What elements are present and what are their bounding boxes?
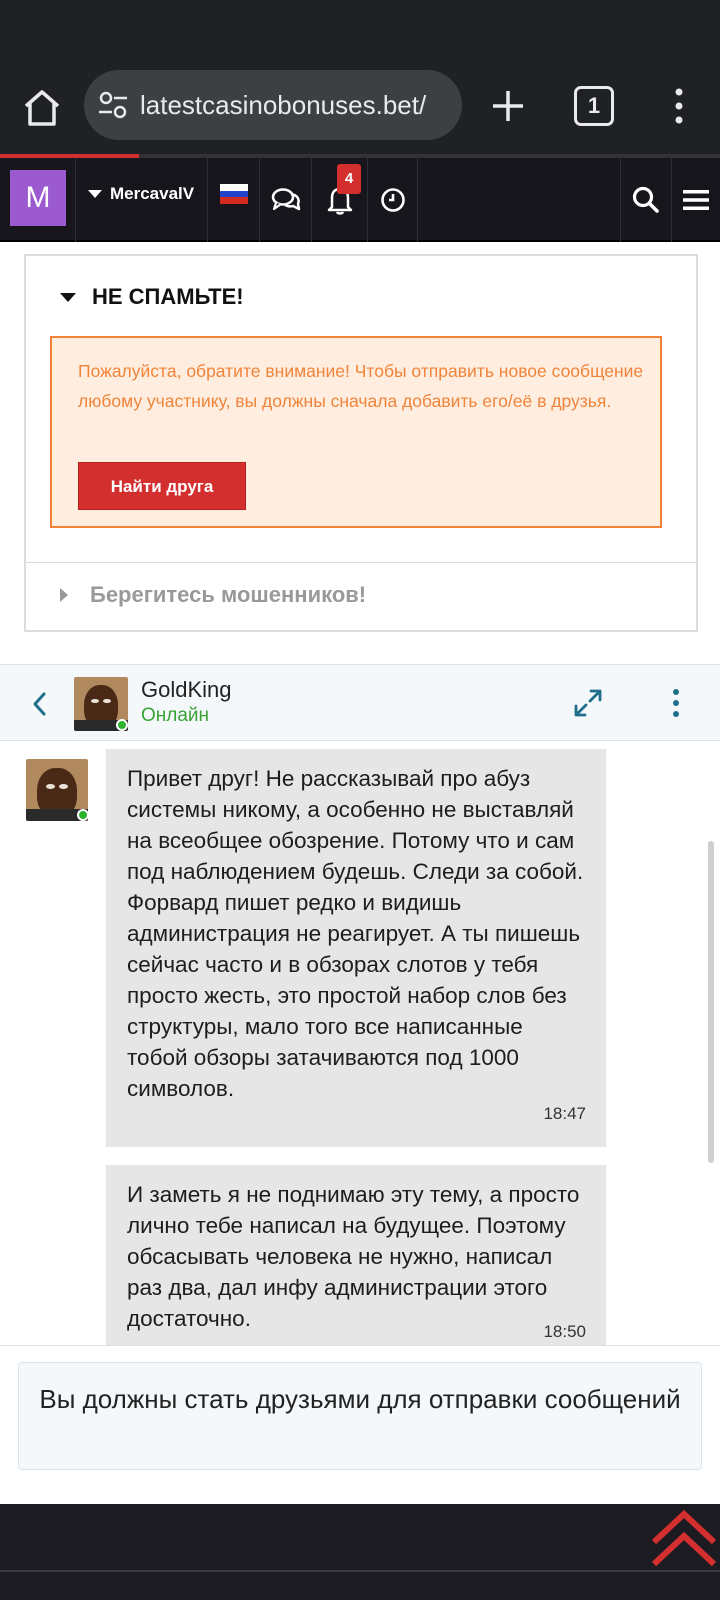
hamburger-icon <box>683 190 709 210</box>
page-footer <box>0 1504 720 1600</box>
avatar-cell <box>0 158 76 242</box>
divider <box>26 562 696 563</box>
search-icon <box>632 186 659 213</box>
footer-divider <box>0 1570 720 1572</box>
spam-notice-toggle[interactable]: НЕ СПАМЬТЕ! <box>60 284 244 310</box>
chat-message: И заметь я не поднимаю эту тему, а прост… <box>106 1165 606 1365</box>
scam-notice-toggle[interactable]: Берегитесь мошенников! <box>60 582 366 608</box>
url-text: latestcasinobonuses.bet/ <box>140 90 427 120</box>
chat-header: GoldKing Онлайн <box>0 665 720 741</box>
scroll-to-top-icon[interactable] <box>648 1506 720 1570</box>
chat-scrollbar[interactable] <box>708 841 714 1163</box>
chat-input-area: Вы должны стать друзьями для отправки со… <box>0 1345 720 1505</box>
notification-count-badge: 4 <box>337 164 361 194</box>
find-friend-button[interactable]: Найти друга <box>78 462 246 510</box>
language-selector[interactable] <box>208 158 260 242</box>
chat-message: Привет друг! Не рассказывай про абуз сис… <box>106 749 606 1147</box>
chat-panel: GoldKing Онлайн Привет друг! Не рассказы… <box>0 664 720 1505</box>
message-text: Привет друг! Не рассказывай про абуз сис… <box>127 766 584 1101</box>
contact-status: Онлайн <box>141 705 210 726</box>
scam-notice-title: Берегитесь мошенников! <box>90 582 367 607</box>
notifications-button[interactable]: 4 <box>312 158 368 242</box>
forum-navbar: M MercavalV 4 <box>0 158 720 242</box>
chat-bubbles-icon <box>271 188 300 211</box>
message-time: 18:50 <box>543 1322 586 1341</box>
message-text: И заметь я не поднимаю эту тему, а прост… <box>127 1182 580 1331</box>
friends-required-notice: Вы должны стать друзьями для отправки со… <box>18 1362 702 1470</box>
status-bar <box>0 0 720 68</box>
message-time: 18:47 <box>543 1104 586 1123</box>
expand-icon[interactable] <box>572 687 604 719</box>
browser-toolbar: latestcasinobonuses.bet/ 1 <box>0 68 720 154</box>
triangle-right-icon <box>60 588 68 602</box>
search-button[interactable] <box>620 158 672 242</box>
site-settings-icon[interactable] <box>98 91 128 119</box>
friend-required-warning: Пожалуйста, обратите внимание! Чтобы отп… <box>50 336 662 528</box>
main-menu-button[interactable] <box>672 158 720 242</box>
clock-icon <box>380 188 405 212</box>
home-icon[interactable] <box>18 84 66 132</box>
new-tab-icon[interactable] <box>486 84 530 128</box>
triangle-down-icon <box>60 292 76 302</box>
chat-options-icon[interactable] <box>666 687 686 719</box>
warning-text: Пожалуйста, обратите внимание! Чтобы отп… <box>78 361 644 411</box>
online-indicator <box>116 719 128 731</box>
notice-block: НЕ СПАМЬТЕ! Пожалуйста, обратите внимани… <box>24 254 698 632</box>
user-menu-dropdown[interactable]: MercavalV <box>76 158 208 242</box>
username: MercavalV <box>110 184 195 203</box>
caret-down-icon <box>88 190 102 198</box>
spam-notice-title: НЕ СПАМЬТЕ! <box>92 284 244 309</box>
contact-name[interactable]: GoldKing <box>141 677 232 703</box>
recent-activity-button[interactable] <box>368 158 418 242</box>
back-icon[interactable] <box>28 689 52 719</box>
online-indicator <box>77 809 89 821</box>
tab-switcher-button[interactable]: 1 <box>574 86 614 126</box>
address-bar[interactable]: latestcasinobonuses.bet/ <box>84 70 462 140</box>
conversations-button[interactable] <box>260 158 312 242</box>
russian-flag-icon <box>220 184 248 204</box>
browser-menu-icon[interactable] <box>664 84 694 128</box>
